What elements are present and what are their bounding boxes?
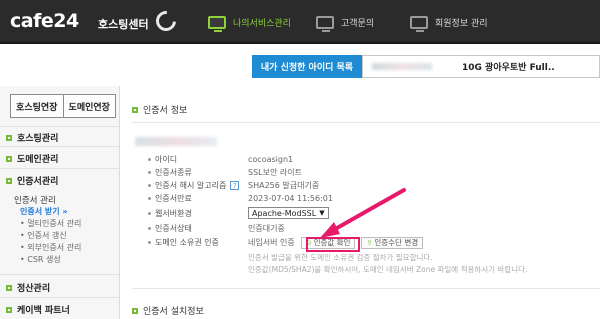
monitor-icon: [208, 15, 226, 32]
bullet-icon: [6, 177, 12, 184]
divider: [132, 288, 600, 289]
sidebar-item-domain[interactable]: 도메인관리: [6, 152, 58, 165]
domain-renew-button[interactable]: 도메인연장: [63, 94, 116, 118]
dot-icon: [148, 211, 151, 215]
nav-customer-inquiry-label: 고객문의: [341, 18, 375, 29]
nav-member-info-label: 회원정보 관리: [435, 18, 488, 29]
sidebar-item-label: 인증서관리: [17, 177, 59, 187]
row-key: 웹서버환경: [155, 208, 192, 218]
row-key: 인증서만료: [155, 194, 192, 203]
sidebar-item-hosting[interactable]: 호스팅관리: [6, 131, 58, 144]
sidebar-item-external-cert[interactable]: • 외부인증서 관리: [20, 242, 81, 253]
row-web-server: 웹서버환경 Apache-ModSSL ▼: [148, 206, 329, 220]
hosting-center-label: 호스팅센터: [98, 18, 149, 31]
id-list-label: 내가 신청한 아이디 목록: [252, 55, 362, 78]
sidebar-item-certificate[interactable]: 인증서관리: [6, 174, 58, 187]
row-value: 네임서버 인증: [248, 238, 295, 247]
member-icon: [410, 15, 428, 32]
bullet-icon: [6, 155, 12, 162]
sidebar-item-multi-cert[interactable]: • 멀티인증서 관리: [20, 218, 81, 229]
row-key: 아이디: [155, 155, 178, 164]
sidebar-item-label: 호스팅관리: [17, 134, 59, 144]
nav-my-service[interactable]: 나의서비스관리: [208, 12, 291, 32]
selected-product: 10G 광아우토반 Full..: [462, 63, 555, 73]
support-icon: [316, 15, 334, 32]
sidebar-item-cert-renew[interactable]: • 인증서 갱신: [20, 230, 67, 241]
divider: [0, 274, 120, 275]
sidebar-item-label: 도메인관리: [17, 155, 59, 165]
web-server-select-value: Apache-ModSSL: [252, 208, 317, 218]
sidebar-item-billing[interactable]: 정산관리: [6, 281, 50, 294]
nav-member-info[interactable]: 회원정보 관리: [410, 12, 488, 32]
cert-status-link[interactable]: 인증대기중: [248, 223, 285, 234]
row-key: 도메인 소유권 인증: [155, 238, 219, 247]
dot-icon: [148, 184, 151, 187]
sidebar-item-get-cert[interactable]: 인증서 받기 »: [20, 206, 68, 217]
renew-buttons: 호스팅연장 도메인연장: [10, 94, 116, 118]
cert-install-title: 인증서 설치정보: [143, 307, 204, 317]
redacted-id: [372, 63, 432, 70]
divider: [0, 126, 120, 127]
ownership-note-2: 인증값(MD5/SHA2)을 확인하시어, 도메인 네임서버 Zone 파일에 …: [248, 265, 528, 274]
bullet-icon: [6, 134, 12, 141]
left-sidebar: 호스팅연장 도메인연장 호스팅관리 도메인관리 인증서관리 인증서 관리 인증서…: [0, 86, 120, 319]
ownership-note-1: 인증서 발급을 위한 도메인 소유권 검증 절차가 필요합니다.: [248, 253, 433, 262]
dot-icon: [148, 171, 151, 174]
help-icon[interactable]: ?: [230, 181, 240, 190]
nav-my-service-label: 나의서비스관리: [233, 18, 291, 29]
row-cert-status: 인증서상태 인증대기중: [148, 223, 285, 234]
cert-info-title: 인증서 정보: [143, 106, 188, 116]
dot-icon: [148, 227, 151, 230]
logo-ring-icon: [151, 6, 181, 36]
row-cert-expiry: 인증서만료 2023-07-04 11:56:01: [148, 193, 333, 204]
bullet-icon: [6, 284, 12, 291]
row-value: SSL보안 라이트: [248, 168, 302, 177]
row-value: cocoasign1: [248, 155, 294, 164]
redacted-domain: [135, 137, 217, 146]
row-value: SHA256 발급대기중: [248, 181, 320, 190]
row-cert-type: 인증서종류 SSL보안 라이트: [148, 167, 302, 178]
cert-install-heading: 인증서 설치정보: [132, 304, 204, 317]
dot-icon: [148, 197, 151, 200]
divider: [132, 122, 600, 123]
top-header: cafe24 호스팅센터 나의서비스관리 고객문의 회원정보 관리: [0, 0, 600, 44]
cafe24-logo[interactable]: cafe24: [10, 10, 79, 32]
cert-info-heading: 인증서 정보: [132, 103, 187, 116]
row-key: 인증서상태: [155, 224, 192, 233]
row-key: 인증서 해시 알고리즘: [155, 181, 227, 190]
bullet-icon: [132, 106, 138, 113]
bullet-icon: [6, 306, 12, 313]
cert-manage-title: 인증서 관리: [14, 196, 56, 206]
dot-icon: [148, 158, 151, 161]
divider: [0, 146, 120, 147]
sidebar-item-kback-partner[interactable]: 케이백 파트너: [6, 303, 70, 316]
row-key: 인증서종류: [155, 168, 192, 177]
sidebar-item-label: 케이백 파트너: [17, 306, 70, 316]
pointer-arrow-icon: [320, 188, 406, 238]
sidebar-item-label: 정산관리: [17, 284, 51, 294]
row-id: 아이디 cocoasign1: [148, 154, 293, 165]
nav-customer-inquiry[interactable]: 고객문의: [316, 12, 374, 32]
divider: [0, 297, 120, 298]
sidebar-item-csr[interactable]: • CSR 생성: [20, 254, 61, 265]
divider: [0, 168, 120, 169]
hosting-renew-button[interactable]: 호스팅연장: [10, 94, 64, 118]
row-hash-algorithm: 인증서 해시 알고리즘? SHA256 발급대기중: [148, 180, 319, 191]
bullet-icon: [132, 307, 138, 314]
dot-icon: [148, 241, 151, 244]
